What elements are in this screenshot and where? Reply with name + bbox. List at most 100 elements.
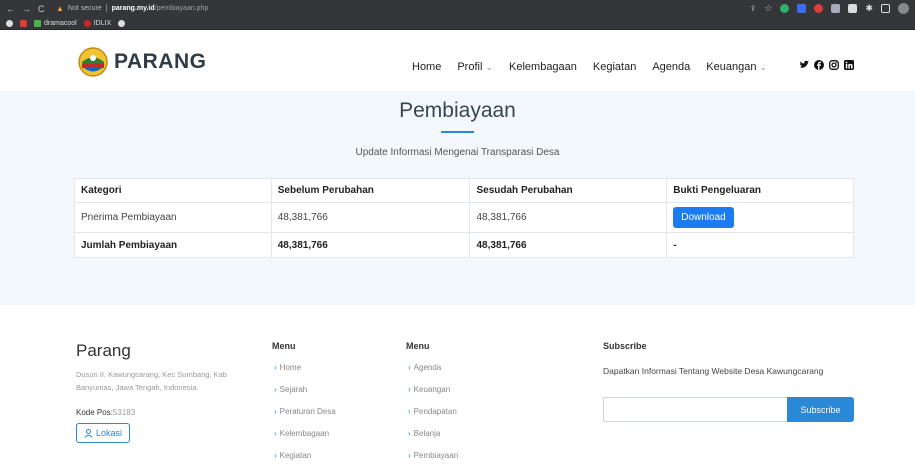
- footer-postal-code: Kode Pos:53183: [76, 408, 136, 417]
- cell-bukti: -: [666, 232, 854, 258]
- site-logo[interactable]: PARANG: [78, 47, 206, 77]
- footer-link-agenda[interactable]: › Agenda: [408, 363, 458, 385]
- cell-sesudah: 48,381,766: [469, 232, 668, 258]
- main-nav: Home Profil ⌄ Kelembagaan Kegiatan Agend…: [412, 61, 767, 73]
- chevron-right-icon: ›: [274, 385, 277, 394]
- footer-link-kelembagaan[interactable]: › Kelembagaan: [274, 429, 336, 451]
- puzzle-icon[interactable]: ✱: [865, 3, 873, 14]
- warning-icon: ▲: [56, 4, 64, 13]
- footer-address: Dusun II, Kawungcarang, Kec Sumbang, Kab…: [76, 370, 227, 392]
- bookmark-dramacool[interactable]: dramacool: [34, 19, 77, 27]
- youtube-icon[interactable]: [20, 19, 27, 27]
- bookmark-idlix[interactable]: IDLIX: [83, 19, 111, 27]
- chevron-right-icon: ›: [408, 363, 411, 372]
- subscribe-title: Subscribe: [603, 341, 647, 351]
- share-icon[interactable]: ⇪: [750, 4, 757, 13]
- bookmark-favicon-icon[interactable]: [118, 19, 126, 27]
- address-bar[interactable]: ▲ Not secure | parang.my.id/pembiayaan.p…: [56, 2, 208, 15]
- security-label: Not secure: [67, 5, 102, 12]
- page-title: Pembiayaan: [399, 99, 516, 122]
- subscribe-button[interactable]: Subscribe: [787, 397, 854, 422]
- twitter-icon[interactable]: [799, 60, 809, 70]
- subscribe-email-input[interactable]: [603, 397, 787, 422]
- bookmark-favicon-icon[interactable]: [6, 19, 13, 27]
- cell-bukti: Download: [666, 202, 854, 233]
- cell-sebelum: 48,381,766: [270, 232, 471, 258]
- chevron-right-icon: ›: [408, 429, 411, 438]
- chevron-right-icon: ›: [274, 451, 277, 460]
- linkedin-icon[interactable]: [844, 60, 854, 70]
- nav-agenda[interactable]: Agenda: [652, 61, 690, 73]
- person-pin-icon: [84, 428, 93, 438]
- browser-nav: ← → C: [6, 4, 56, 14]
- reload-icon[interactable]: C: [38, 4, 45, 14]
- star-icon[interactable]: ☆: [764, 3, 772, 14]
- page-subtitle: Update Informasi Mengenai Transparasi De…: [355, 147, 560, 158]
- cell-sesudah: 48,381,766: [469, 202, 668, 233]
- footer-brand: Parang: [76, 341, 131, 360]
- chevron-right-icon: ›: [408, 385, 411, 394]
- chevron-down-icon: ⌄: [759, 62, 768, 72]
- back-icon[interactable]: ←: [6, 4, 15, 14]
- profile-avatar[interactable]: [898, 3, 909, 14]
- village-emblem-icon: [78, 47, 108, 77]
- column-header: Bukti Pengeluaran: [666, 178, 854, 203]
- footer-menu1-list: › Home › Sejarah › Peraturan Desa › Kelembag…: [274, 363, 336, 465]
- financing-table: Kategori Sebelum Perubahan Sesudah Perub…: [74, 178, 854, 258]
- nav-kegiatan[interactable]: Kegiatan: [593, 61, 636, 73]
- footer-menu2-title: Menu: [406, 341, 430, 351]
- footer-link-belanja[interactable]: › Belanja: [408, 429, 458, 451]
- table-header-row: Kategori Sebelum Perubahan Sesudah Perub…: [74, 178, 854, 203]
- brand-name: PARANG: [114, 50, 207, 73]
- url-host: parang.my.id: [111, 5, 155, 12]
- social-links: [799, 60, 854, 70]
- footer-link-pembiayaan[interactable]: › Pembiayaan: [408, 451, 458, 465]
- extensions-area: ⇪ ☆ ✱: [750, 3, 909, 14]
- cell-kategori: Jumlah Pembiayaan: [74, 232, 272, 258]
- column-header: Sebelum Perubahan: [270, 178, 471, 203]
- footer-link-kegiatan[interactable]: › Kegiatan: [274, 451, 336, 465]
- footer-link-sejarah[interactable]: › Sejarah: [274, 385, 336, 407]
- subscribe-description: Dapatkan Informasi Tentang Website Desa …: [603, 366, 824, 376]
- url-path: /pembiayaan.php: [154, 5, 209, 12]
- chevron-right-icon: ›: [274, 363, 277, 372]
- download-button[interactable]: Download: [673, 207, 734, 228]
- browser-toolbar: ← → C ▲ Not secure | parang.my.id/pembia…: [0, 0, 915, 17]
- column-header: Sesudah Perubahan: [469, 178, 668, 203]
- table-row: Pnerima Pembiayaan 48,381,766 48,381,766…: [74, 202, 854, 233]
- bookmarks-bar: dramacool IDLIX: [0, 17, 915, 30]
- instagram-icon[interactable]: [829, 60, 839, 70]
- chevron-right-icon: ›: [274, 407, 277, 416]
- site-footer: Parang Dusun II, Kawungcarang, Kec Sumba…: [0, 305, 915, 465]
- nav-home[interactable]: Home: [412, 61, 441, 73]
- extension-icon[interactable]: [814, 4, 824, 13]
- title-divider: [441, 131, 474, 133]
- facebook-icon[interactable]: [814, 60, 824, 70]
- nav-kelembagaan[interactable]: Kelembagaan: [509, 61, 577, 73]
- chevron-right-icon: ›: [408, 407, 411, 416]
- footer-link-home[interactable]: › Home: [274, 363, 336, 385]
- main-section: Pembiayaan Update Informasi Mengenai Tra…: [0, 91, 915, 305]
- extension-icon[interactable]: [848, 4, 858, 13]
- footer-link-peraturan-desa[interactable]: › Peraturan Desa: [274, 407, 336, 429]
- forward-icon[interactable]: →: [22, 4, 31, 14]
- site-header: PARANG Home Profil ⌄ Kelembagaan Kegiata…: [0, 31, 915, 91]
- footer-menu1-title: Menu: [272, 341, 296, 351]
- chevron-right-icon: ›: [408, 451, 411, 460]
- extension-icon[interactable]: [780, 4, 790, 13]
- extension-icon[interactable]: [831, 4, 841, 13]
- extension-icon[interactable]: [797, 4, 807, 13]
- column-header: Kategori: [74, 178, 272, 203]
- footer-menu2-list: › Agenda › Keuangan › Pendapatan › Belanja ›…: [408, 363, 458, 465]
- cell-sebelum: 48,381,766: [270, 202, 471, 233]
- table-total-row: Jumlah Pembiayaan 48,381,766 48,381,766 …: [74, 232, 854, 258]
- lokasi-button[interactable]: Lokasi: [76, 423, 131, 443]
- nav-keuangan[interactable]: Keuangan ⌄: [706, 61, 767, 73]
- chevron-down-icon: ⌄: [485, 62, 494, 72]
- footer-link-keuangan[interactable]: › Keuangan: [408, 385, 458, 407]
- chevron-right-icon: ›: [274, 429, 277, 438]
- sidepanel-icon[interactable]: [881, 4, 890, 13]
- cell-kategori: Pnerima Pembiayaan: [74, 202, 272, 233]
- footer-link-pendapatan[interactable]: › Pendapatan: [408, 407, 458, 429]
- nav-profil[interactable]: Profil ⌄: [457, 61, 493, 73]
